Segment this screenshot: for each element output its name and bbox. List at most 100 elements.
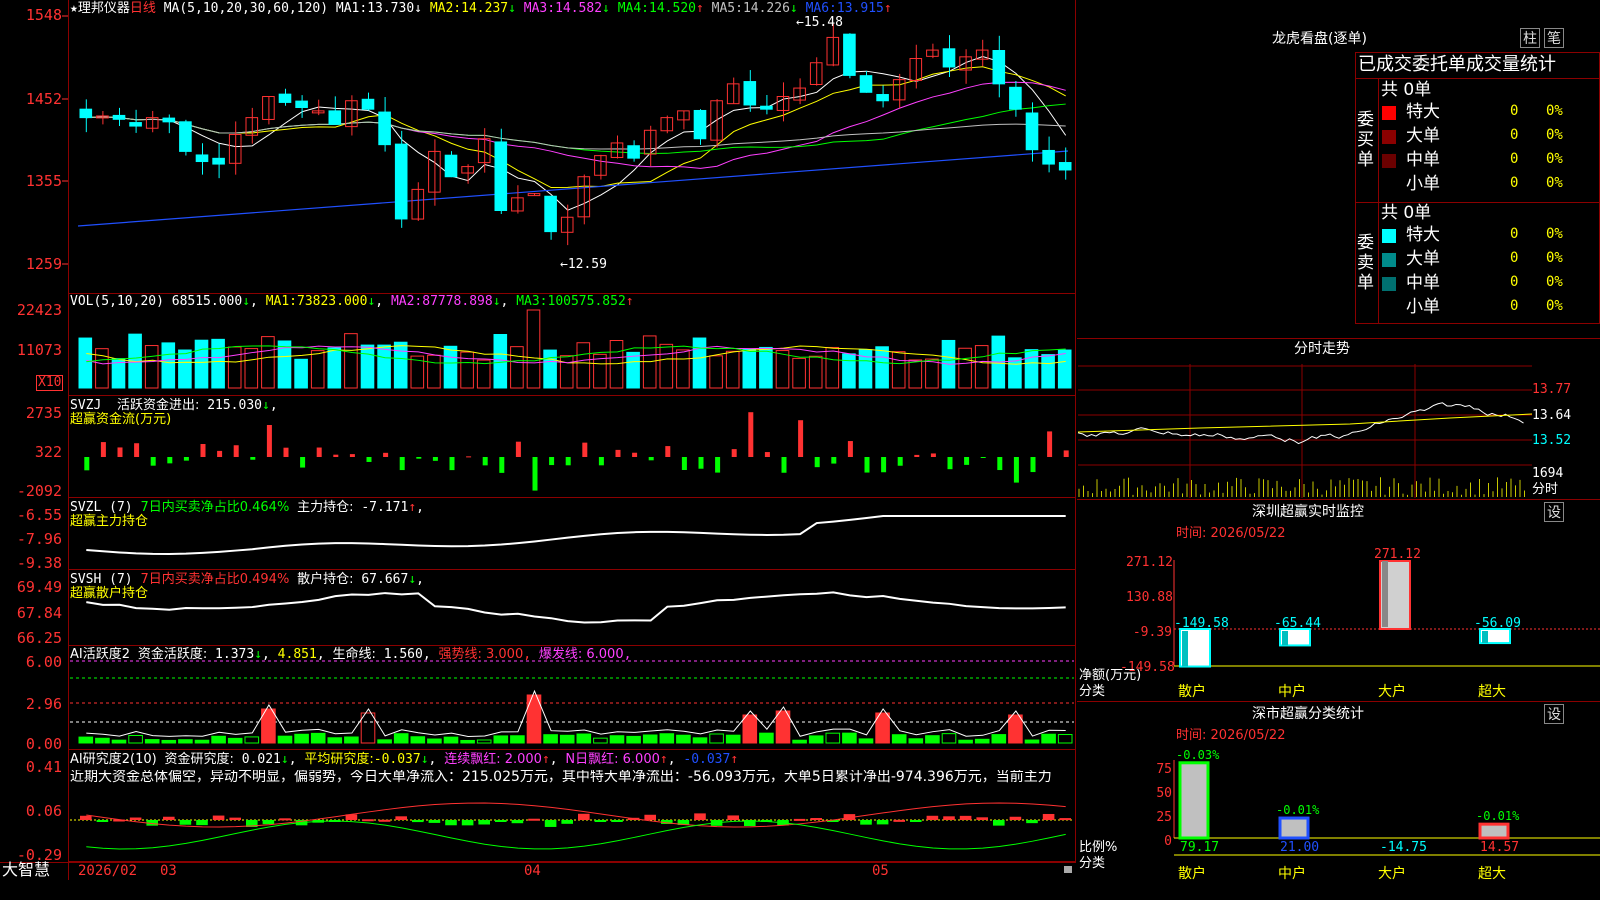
volume-bar	[1041, 354, 1055, 389]
sell-row-name: 大单	[1406, 249, 1440, 269]
svzj-bar	[1063, 450, 1069, 457]
buy-row-pct: 0%	[1546, 127, 1563, 143]
ma1-value: 13.730	[367, 1, 415, 16]
candle-body	[1058, 162, 1072, 171]
svzj-bar	[349, 454, 355, 457]
research-bar	[378, 819, 391, 822]
vol-ytick: 22423	[16, 301, 62, 319]
candle-body	[743, 81, 757, 106]
vol-unit-badge[interactable]: X10	[36, 375, 64, 391]
lock-icon[interactable]	[1064, 866, 1072, 873]
research-bar	[611, 820, 623, 822]
svzj-bar	[1030, 457, 1036, 473]
candle-body	[843, 33, 856, 76]
buy-row-name: 小单	[1406, 174, 1440, 194]
dragon-table-header: 已成交委托单成交量统计	[1358, 54, 1556, 75]
activity-bar	[858, 738, 874, 744]
activity-bar	[194, 739, 210, 744]
main-ytick: 1452	[25, 90, 62, 108]
volume-bar	[1008, 357, 1022, 389]
svzj-bar	[432, 457, 438, 461]
candle-body	[760, 105, 773, 110]
low-price-value: 12.59	[567, 257, 607, 272]
buy-row-name: 大单	[1406, 126, 1440, 146]
ai2-arrow1: ↓	[280, 752, 289, 767]
activity-bar	[294, 733, 309, 744]
candle-body	[129, 122, 142, 127]
svzj-bar	[814, 457, 820, 468]
sz-class-time-value: 2026/05/22	[1210, 728, 1286, 743]
szc-ytick: 50	[1156, 786, 1172, 801]
svzj-bar	[698, 457, 704, 469]
svzj-bar	[947, 457, 953, 470]
activity-bar	[227, 737, 243, 744]
volume-bar	[958, 347, 972, 389]
ma6-label: MA6:	[805, 1, 837, 16]
svzj-bar	[1047, 431, 1053, 457]
activity-bar	[543, 734, 558, 744]
buy-row-swatch	[1382, 106, 1396, 120]
svzj-ytick: 2735	[25, 404, 62, 422]
research-bar	[212, 815, 225, 820]
tick-mode-button[interactable]: 笔	[1544, 28, 1564, 48]
sell-row-swatch	[1382, 229, 1396, 243]
dragon-header-line	[1355, 78, 1600, 79]
candle-body	[494, 141, 508, 211]
activity-bar	[344, 736, 359, 744]
activity-bar	[725, 734, 741, 744]
sz-class-settings-button[interactable]: 设	[1544, 704, 1564, 724]
ma5-arrow: ↓	[789, 1, 798, 16]
research-bar	[1009, 816, 1022, 820]
research-bar	[196, 820, 208, 826]
ai1-header: AI活跃度2 资金活跃度: 1.373↓, 4.851, 生命线: 1.560,…	[70, 647, 632, 662]
ma6-value: 13.915	[836, 1, 884, 16]
bar-mode-button[interactable]: 柱	[1520, 28, 1540, 48]
svsh-ytick: 69.49	[16, 578, 62, 596]
volume-bar	[908, 359, 923, 389]
activity-bar	[991, 734, 1007, 744]
activity-bar	[95, 737, 110, 744]
candle-body	[627, 145, 640, 159]
sell-row-name: 小单	[1406, 297, 1440, 317]
research-bar	[445, 820, 457, 826]
period-label[interactable]: 日线	[130, 1, 156, 16]
activity-bar	[941, 733, 957, 744]
volume-bar	[144, 345, 159, 389]
stock-name[interactable]: 理邦仪器	[78, 1, 130, 16]
volume-bar	[974, 345, 989, 389]
activity-bar	[493, 735, 509, 744]
sz-monitor-settings-button[interactable]: 设	[1544, 502, 1564, 522]
vol-value: 68515.000	[171, 294, 243, 309]
intraday-title: 分时走势	[1294, 341, 1350, 357]
volume-bar	[576, 342, 591, 389]
svzj-bar	[731, 449, 737, 457]
activity-bar	[775, 710, 791, 744]
volume-bar	[377, 344, 391, 389]
ai1-burst-line: 爆发线: 6.000	[538, 647, 624, 662]
buy-row-name: 中单	[1406, 150, 1440, 170]
szm-ytick: 130.88	[1126, 590, 1173, 605]
chart-drawing-layer	[62, 15, 1074, 850]
svzj-subtitle: 超赢资金流(万元)	[70, 412, 172, 427]
favorite-star-icon[interactable]: ★	[70, 1, 78, 16]
sell-row-pct: 0%	[1546, 298, 1563, 314]
research-bar	[163, 816, 175, 820]
brand-logo[interactable]: 大智慧	[2, 862, 50, 878]
ai1-arrow1: ↓	[254, 647, 263, 662]
research-bar	[694, 813, 706, 820]
intraday-panel[interactable]	[1077, 338, 1600, 500]
ma4-arrow: ↑	[695, 1, 704, 16]
volume-bar	[211, 338, 225, 389]
ai2-arrow3: ↑	[541, 752, 550, 767]
candle-body	[876, 94, 889, 102]
svzj-bar	[864, 457, 870, 473]
svsh-subtitle: 超赢散户持仓	[70, 586, 149, 601]
month-label-04: 04	[524, 863, 541, 879]
ma6-arrow: ↑	[883, 1, 892, 16]
buy-row-pct: 0%	[1546, 151, 1563, 167]
activity-line	[86, 689, 1066, 737]
candle-body	[859, 75, 873, 93]
buy-total: 共 0单	[1381, 80, 1432, 100]
volume-bar	[725, 350, 740, 389]
activity-bar	[1041, 733, 1056, 744]
